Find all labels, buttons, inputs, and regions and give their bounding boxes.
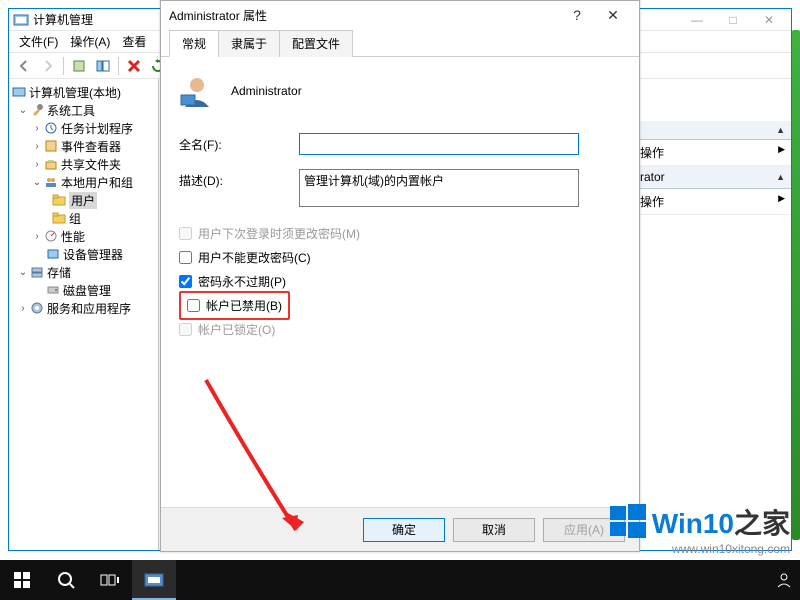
checkbox-mustchange (179, 227, 192, 240)
tree-users[interactable]: 用户 (69, 192, 97, 209)
admin-properties-dialog: Administrator 属性 ? ✕ 常规 隶属于 配置文件 Adminis… (160, 0, 640, 552)
tree-devicemgr[interactable]: 设备管理器 (63, 246, 123, 263)
users-icon (43, 174, 59, 190)
menu-view[interactable]: 查看 (116, 33, 152, 50)
delete-icon[interactable] (123, 55, 145, 77)
menu-action[interactable]: 操作(A) (64, 33, 116, 50)
description-input[interactable] (299, 169, 579, 207)
tab-profile[interactable]: 配置文件 (279, 30, 353, 57)
forward-icon[interactable] (37, 55, 59, 77)
checkbox-cannotchange[interactable] (179, 251, 192, 264)
menu-file[interactable]: 文件(F) (13, 33, 64, 50)
windows-logo-icon (608, 502, 648, 542)
dialog-close-button[interactable]: ✕ (595, 7, 631, 24)
taskbar[interactable] (0, 560, 800, 600)
services-icon (29, 300, 45, 316)
cancel-button[interactable]: 取消 (453, 518, 535, 542)
disk-icon (45, 282, 61, 298)
username-label: Administrator (231, 84, 302, 98)
search-button[interactable] (44, 560, 88, 600)
tree-storage[interactable]: 存储 (47, 264, 71, 281)
tree-diskmgmt[interactable]: 磁盘管理 (63, 282, 111, 299)
device-icon (45, 246, 61, 262)
ok-button[interactable]: 确定 (363, 518, 445, 542)
dialog-titlebar: Administrator 属性 ? ✕ (161, 1, 639, 29)
tree-pane[interactable]: 计算机管理(本地) ⌄系统工具 ›任务计划程序 ›事件查看器 ›共享文件夹 ⌄本… (9, 79, 159, 550)
highlight-annotation: 帐户已禁用(B) (179, 291, 290, 320)
help-button[interactable]: ? (559, 7, 595, 23)
actions-admin-header[interactable]: istrator▲ (622, 166, 791, 189)
tab-memberof[interactable]: 隶属于 (218, 30, 280, 57)
dialog-buttons: 确定 取消 应用(A) (161, 507, 639, 551)
tree-systools[interactable]: 系统工具 (47, 102, 95, 119)
tools-icon (29, 102, 45, 118)
perf-icon (43, 228, 59, 244)
tree-root[interactable]: 计算机管理(本地) (29, 84, 121, 101)
checkbox-cannotchange-row[interactable]: 用户不能更改密码(C) (179, 245, 621, 269)
actions-pane: ▲ 多操作▶ istrator▲ 多操作▶ (621, 79, 791, 550)
fullname-input[interactable] (299, 133, 579, 155)
clock-icon (43, 120, 59, 136)
actions-header[interactable]: ▲ (622, 121, 791, 140)
app-icon (13, 12, 29, 28)
checkbox-locked (179, 323, 192, 336)
share-icon (43, 156, 59, 172)
scrollbar[interactable] (792, 30, 800, 540)
checkbox-locked-row: 帐户已锁定(O) (179, 317, 621, 341)
dialog-body: Administrator 全名(F): 描述(D): 用户下次登录时须更改密码… (161, 57, 639, 349)
folder-icon (51, 192, 67, 208)
computer-icon (11, 84, 27, 100)
taskbar-compmgmt[interactable] (132, 560, 176, 600)
checkbox-neverexpire-row[interactable]: 密码永不过期(P) (179, 269, 621, 293)
folder-icon (51, 210, 67, 226)
tree-sharedfolders[interactable]: 共享文件夹 (61, 156, 121, 173)
tree-services[interactable]: 服务和应用程序 (47, 300, 131, 317)
actions-more2[interactable]: 多操作▶ (622, 189, 791, 215)
tab-strip: 常规 隶属于 配置文件 (161, 29, 639, 57)
checkbox-neverexpire[interactable] (179, 275, 192, 288)
tree-eventviewer[interactable]: 事件查看器 (61, 138, 121, 155)
properties-icon[interactable] (68, 55, 90, 77)
panel-icon[interactable] (92, 55, 114, 77)
description-label: 描述(D): (179, 169, 299, 189)
taskview-button[interactable] (88, 560, 132, 600)
main-window-title: 计算机管理 (33, 11, 93, 28)
maximize-button[interactable]: □ (715, 9, 751, 31)
fullname-label: 全名(F): (179, 133, 299, 153)
storage-icon (29, 264, 45, 280)
tab-general[interactable]: 常规 (169, 30, 219, 57)
tree-localusers[interactable]: 本地用户和组 (61, 174, 133, 191)
event-icon (43, 138, 59, 154)
minimize-button[interactable]: — (679, 9, 715, 31)
tree-performance[interactable]: 性能 (61, 228, 85, 245)
tray-people-icon[interactable] (776, 572, 792, 588)
checkbox-disabled-row[interactable]: 帐户已禁用(B) (179, 293, 621, 317)
close-button[interactable]: ✕ (751, 9, 787, 31)
dialog-title: Administrator 属性 (169, 7, 267, 24)
checkbox-mustchange-row: 用户下次登录时须更改密码(M) (179, 221, 621, 245)
back-icon[interactable] (13, 55, 35, 77)
start-button[interactable] (0, 560, 44, 600)
watermark: Win10之家 www.win10xitong.com (608, 502, 790, 556)
actions-more[interactable]: 多操作▶ (622, 140, 791, 166)
checkbox-account-disabled[interactable] (187, 299, 200, 312)
tree-taskscheduler[interactable]: 任务计划程序 (61, 120, 133, 137)
watermark-url: www.win10xitong.com (672, 542, 790, 556)
user-icon (179, 73, 215, 109)
tree-groups[interactable]: 组 (69, 210, 81, 227)
